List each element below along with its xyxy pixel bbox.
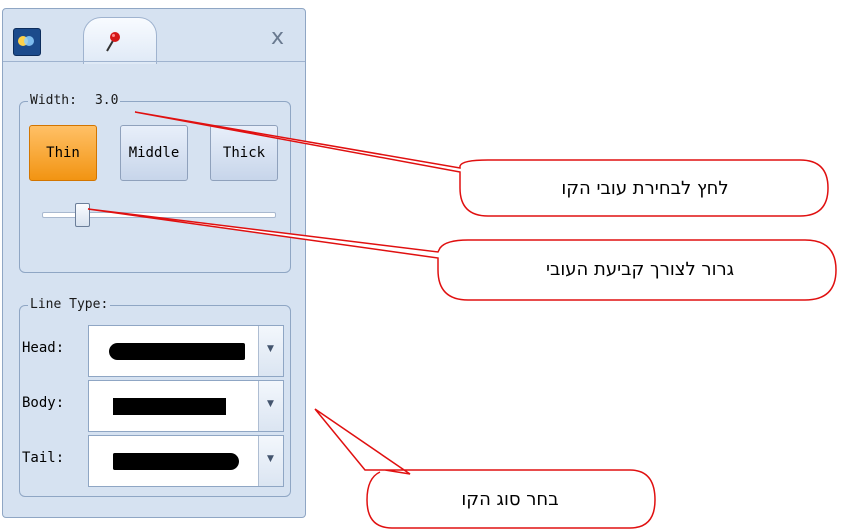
callout-1-text: לחץ לבחירת עובי הקו [561,178,729,199]
callout-2-bubble [87,208,837,301]
callout-1-bubble [134,111,829,217]
callout-2-text: גרור לצורך קביעת העובי [545,259,735,280]
callout-3-text: בחר סוג הקו [461,489,559,510]
callout-3-bubble [314,408,656,529]
